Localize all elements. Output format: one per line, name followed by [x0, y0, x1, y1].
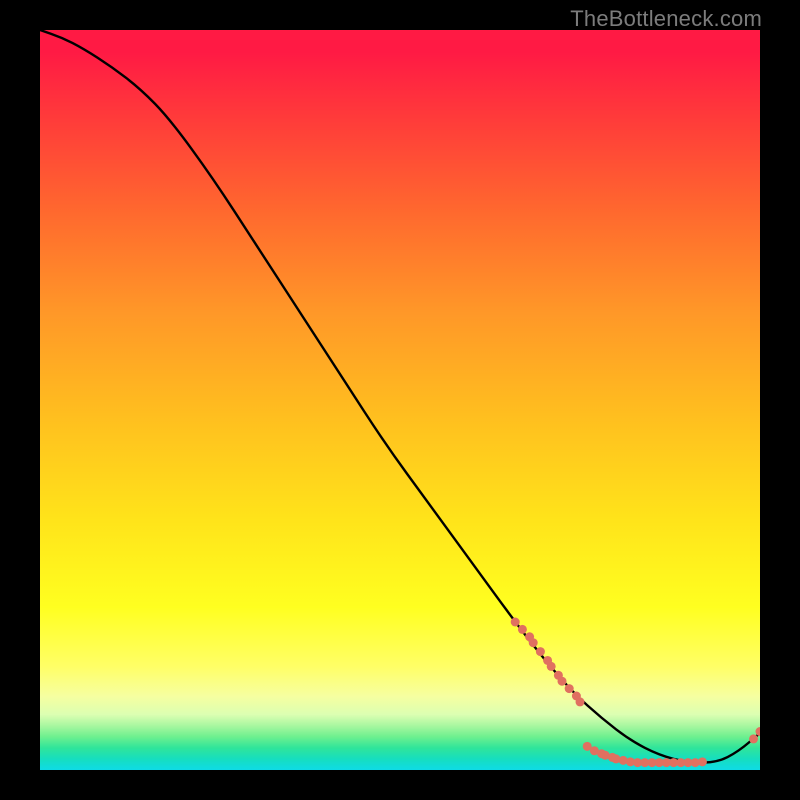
chart-marker-dot	[547, 662, 556, 671]
chart-markers	[511, 618, 760, 768]
chart-marker-dot	[576, 697, 585, 706]
chart-curve	[40, 30, 760, 763]
chart-marker-dot	[511, 618, 520, 627]
chart-marker-dot	[698, 757, 707, 766]
chart-marker-dot	[536, 647, 545, 656]
chart-marker-dot	[518, 625, 527, 634]
chart-marker-dot	[529, 638, 538, 647]
chart-marker-dot	[565, 684, 574, 693]
chart-svg	[40, 30, 760, 770]
chart-plot-area	[40, 30, 760, 770]
chart-marker-dot	[756, 727, 761, 736]
chart-marker-dot	[558, 677, 567, 686]
watermark-label: TheBottleneck.com	[570, 6, 762, 32]
chart-marker-dot	[749, 734, 758, 743]
chart-stage: TheBottleneck.com	[0, 0, 800, 800]
